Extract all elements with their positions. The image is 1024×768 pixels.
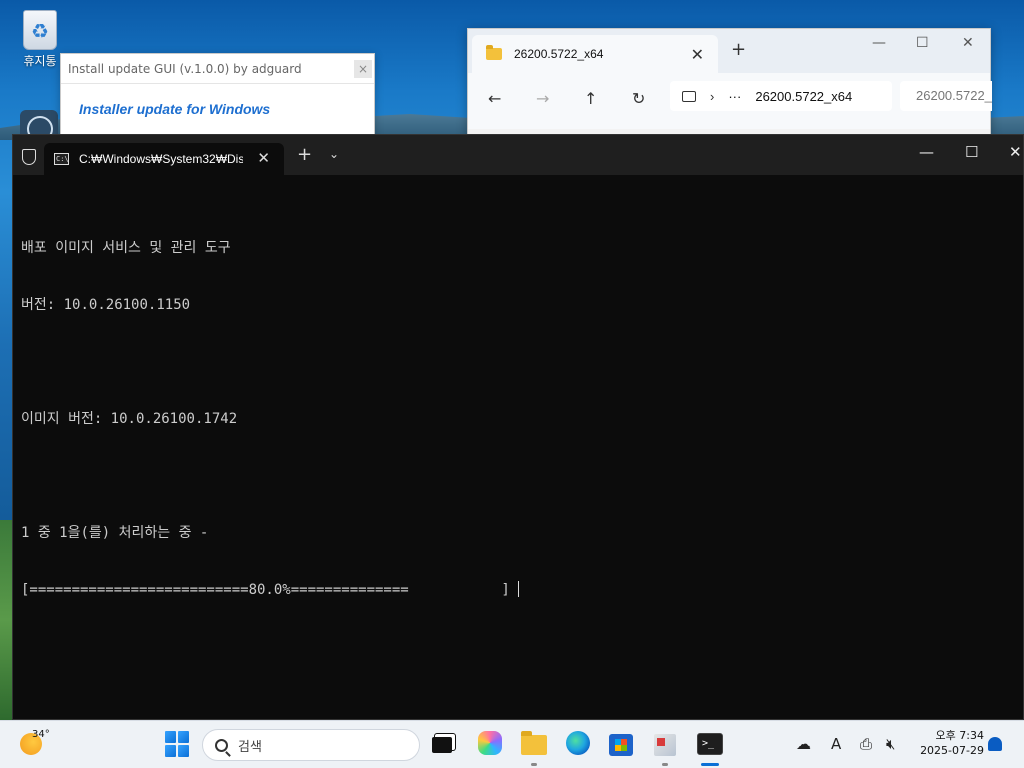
console-line: 버전: 10.0.26100.1150 [21, 297, 191, 313]
installer-title: Install update GUI (v.1.0.0) by adguard [68, 61, 302, 76]
clock-time: 오후 7:34 [935, 729, 984, 742]
terminal-tab[interactable]: C:\ C:₩Windows₩System32₩Dism.exe ✕ [44, 143, 284, 175]
chevron-down-icon[interactable]: ⌄ [329, 147, 339, 161]
volume-muted-icon[interactable]: 🔇︎ [886, 735, 895, 753]
system-clock[interactable]: 오후 7:34 2025-07-29 [914, 728, 984, 758]
console-line: 배포 이미지 서비스 및 관리 도구 [21, 240, 231, 256]
monitor-icon [682, 90, 696, 102]
clock-date: 2025-07-29 [920, 744, 984, 757]
console-line: 1 중 1을(를) 처리하는 중 - [21, 525, 209, 541]
up-arrow-icon[interactable]: ↑ [584, 89, 597, 108]
explorer-search-input[interactable]: 26200.5722_x64 [900, 81, 992, 111]
terminal-tab-close-icon[interactable]: ✕ [257, 149, 270, 167]
terminal-titlebar: C:\ C:₩Windows₩System32₩Dism.exe ✕ + ⌄ —… [13, 135, 1023, 175]
input-method-icon[interactable]: A [831, 735, 841, 753]
cmd-icon: C:\ [54, 153, 69, 165]
terminal-tab-title: C:₩Windows₩System32₩Dism.exe [79, 152, 243, 166]
running-indicator [662, 763, 668, 766]
search-icon [215, 738, 228, 752]
back-arrow-icon[interactable]: ← [488, 89, 501, 108]
microsoft-store-icon[interactable] [609, 734, 633, 756]
taskbar-search-placeholder: 검색 [238, 739, 262, 755]
installer-titlebar: Install update GUI (v.1.0.0) by adguard [61, 54, 374, 84]
notification-bell-icon[interactable] [988, 737, 1002, 751]
explorer-close-button[interactable]: ✕ [962, 35, 974, 51]
task-view-icon[interactable] [432, 737, 452, 753]
installer-heading: Installer update for Windows [79, 101, 271, 117]
terminal-new-tab-button[interactable]: + [297, 144, 312, 165]
explorer-address-text: 26200.5722_x64 [755, 88, 853, 104]
more-icon[interactable]: ··· [728, 89, 741, 104]
active-app-indicator [701, 763, 719, 766]
console-line: 이미지 버전: 10.0.26100.1742 [21, 411, 238, 427]
explorer-tab[interactable]: 26200.5722_x64 ✕ [472, 35, 718, 73]
progress-bar-text: [==========================80.0%========… [21, 582, 510, 598]
terminal-close-button[interactable]: ✕ [1009, 143, 1022, 161]
explorer-navbar: ← → ↑ ↻ › ··· 26200.5722_x64 26200.5722_… [468, 73, 992, 129]
running-indicator [531, 763, 537, 766]
chevron-right-icon[interactable]: › [710, 89, 714, 104]
progress-line: [==========================80.0%========… [21, 581, 519, 600]
copilot-icon[interactable] [478, 731, 502, 755]
weather-temperature: 34° [32, 729, 50, 740]
file-explorer-window: 26200.5722_x64 ✕ + — ☐ ✕ ← → ↑ ↻ › ··· 2… [467, 28, 992, 138]
terminal-minimize-button[interactable]: — [919, 143, 934, 161]
cloud-offline-icon[interactable]: ☁ [796, 735, 811, 753]
installer-window: Install update GUI (v.1.0.0) by adguard … [60, 53, 375, 143]
network-icon[interactable]: ⎙ [860, 735, 872, 753]
refresh-icon[interactable]: ↻ [632, 89, 645, 108]
taskbar-search-box[interactable]: 검색 [202, 729, 420, 761]
terminal-maximize-button[interactable]: ☐ [965, 143, 978, 161]
terminal-taskbar-icon[interactable]: >_ [697, 733, 723, 755]
file-explorer-icon[interactable] [521, 731, 547, 755]
edge-browser-icon[interactable] [566, 731, 590, 755]
folder-icon [486, 45, 502, 60]
explorer-minimize-button[interactable]: — [872, 35, 886, 51]
start-button-windows-icon[interactable] [165, 731, 191, 757]
utility-app-icon[interactable] [654, 734, 676, 756]
explorer-address-bar[interactable]: › ··· 26200.5722_x64 [670, 81, 892, 111]
shield-icon [22, 149, 36, 165]
text-cursor [517, 581, 519, 597]
explorer-new-tab-button[interactable]: + [731, 39, 746, 60]
installer-close-button[interactable]: × [354, 60, 372, 78]
explorer-tab-title: 26200.5722_x64 [514, 47, 604, 61]
terminal-console-output[interactable]: 배포 이미지 서비스 및 관리 도구 버전: 10.0.26100.1150 이… [21, 201, 519, 638]
explorer-maximize-button[interactable]: ☐ [916, 35, 929, 51]
explorer-tabstrip: 26200.5722_x64 ✕ + — ☐ ✕ [468, 29, 990, 73]
terminal-window: C:\ C:₩Windows₩System32₩Dism.exe ✕ + ⌄ —… [12, 134, 1024, 720]
explorer-tab-close-icon[interactable]: ✕ [691, 45, 704, 65]
recycle-bin-icon [23, 10, 57, 50]
forward-arrow-icon[interactable]: → [536, 89, 549, 108]
taskbar: 34° 검색 >_ ☁ A ⎙ 🔇︎ 오후 7:34 2025-07-29 [0, 720, 1024, 768]
